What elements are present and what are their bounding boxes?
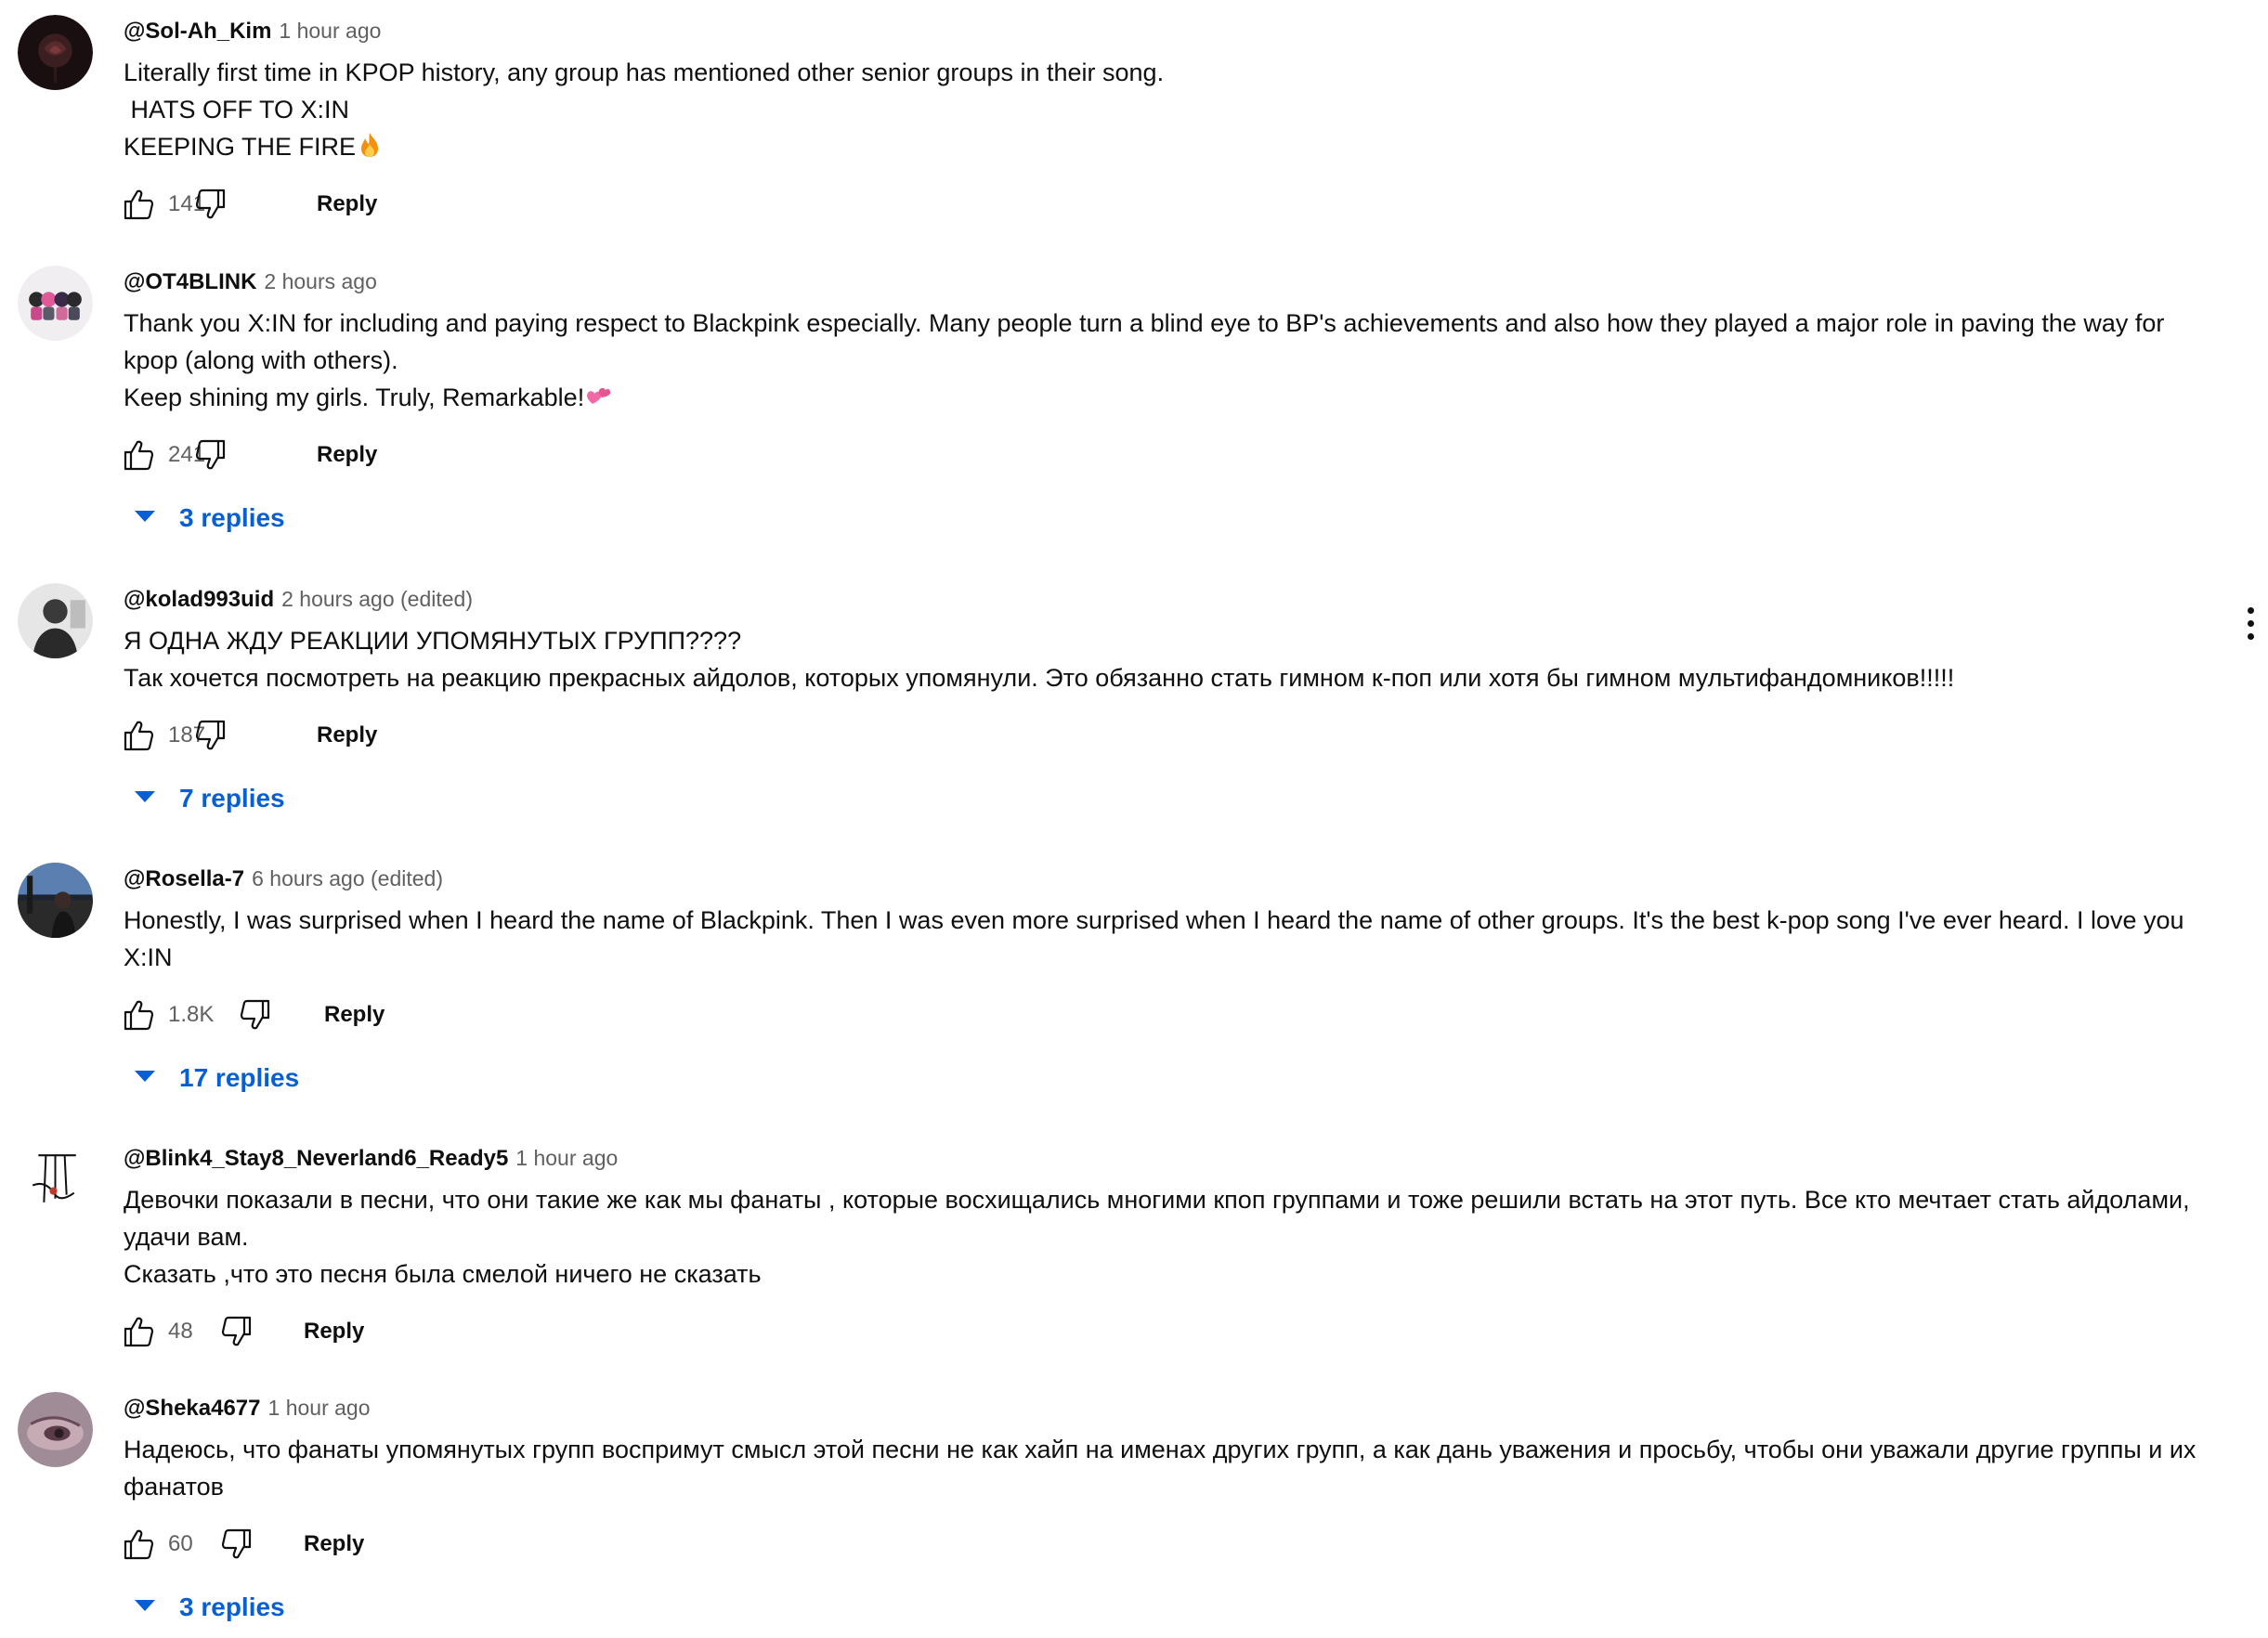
comment-author[interactable]: @kolad993uid bbox=[124, 587, 274, 612]
comment-text: Literally first time in KPOP history, an… bbox=[124, 54, 2204, 165]
comment-actions: 141 Reply bbox=[124, 186, 2204, 223]
comment-actions: 60 Reply bbox=[124, 1526, 2204, 1563]
like-count: 1.8K bbox=[168, 1002, 215, 1027]
like-button[interactable] bbox=[120, 1313, 157, 1350]
caret-down-icon bbox=[135, 511, 155, 522]
thumbs-up-icon bbox=[124, 1529, 154, 1560]
thumbs-up-icon bbox=[124, 1000, 154, 1031]
comment-text-content: Literally first time in KPOP history, an… bbox=[124, 58, 1165, 161]
comment-text: Надеюсь, что фанаты упомянутых групп вос… bbox=[124, 1431, 2204, 1505]
comment-text: Я ОДНА ЖДУ РЕАКЦИИ УПОМЯНУТЫХ ГРУПП???? … bbox=[124, 622, 2204, 696]
comment-actions: 241 Reply bbox=[124, 436, 2204, 474]
thumbs-up-icon bbox=[124, 1317, 154, 1347]
comment-actions: 187 Reply bbox=[124, 717, 2204, 754]
comment-header: @Rosella-7 6 hours ago (edited) bbox=[124, 863, 2204, 894]
dislike-button[interactable] bbox=[218, 1313, 255, 1350]
thumbs-down-icon bbox=[195, 188, 226, 219]
reply-button[interactable]: Reply bbox=[317, 717, 377, 754]
avatar[interactable] bbox=[18, 1392, 93, 1467]
avatar[interactable] bbox=[18, 15, 93, 90]
thumbs-down-icon bbox=[240, 999, 270, 1030]
reply-button[interactable]: Reply bbox=[304, 1313, 364, 1350]
reply-button[interactable]: Reply bbox=[317, 436, 377, 474]
comment-body: @kolad993uid 2 hours ago (edited) Я ОДНА … bbox=[124, 583, 2204, 754]
reply-button[interactable]: Reply bbox=[317, 186, 377, 223]
comment-text: Honestly, I was surprised when I heard t… bbox=[124, 902, 2204, 976]
comment-text-content: Надеюсь, что фанаты упомянутых групп вос… bbox=[124, 1436, 2203, 1501]
comment-body: @Rosella-7 6 hours ago (edited) Honestly,… bbox=[124, 863, 2204, 1034]
caret-down-icon bbox=[135, 1071, 155, 1082]
avatar[interactable] bbox=[18, 583, 93, 658]
replies-label: 17 replies bbox=[179, 1063, 300, 1092]
comment-body: @Sol-Ah_Kim 1 hour ago Literally first ti… bbox=[124, 15, 2204, 223]
caret-down-icon bbox=[135, 791, 155, 802]
reply-button[interactable]: Reply bbox=[304, 1526, 364, 1563]
like-button[interactable] bbox=[120, 1526, 157, 1563]
caret-down-icon bbox=[135, 1600, 155, 1611]
comment-author[interactable]: @OT4BLINK bbox=[124, 269, 256, 294]
comment-timestamp[interactable]: 1 hour ago bbox=[268, 1396, 371, 1420]
comment-author[interactable]: @Blink4_Stay8_Neverland6_Ready5 bbox=[124, 1146, 508, 1171]
thumbs-up-icon bbox=[124, 189, 154, 220]
more-vert-icon[interactable] bbox=[2240, 604, 2262, 644]
two-hearts-emoji bbox=[587, 387, 611, 404]
comment-header: @Sol-Ah_Kim 1 hour ago bbox=[124, 15, 2204, 46]
comment-text: Девочки показали в песни, что они такие … bbox=[124, 1181, 2204, 1293]
like-button[interactable] bbox=[120, 717, 157, 754]
thumbs-up-icon bbox=[124, 721, 154, 751]
avatar[interactable] bbox=[18, 863, 93, 938]
comment-timestamp[interactable]: 1 hour ago bbox=[515, 1146, 618, 1170]
thumbs-down-icon bbox=[221, 1316, 252, 1346]
comment-timestamp[interactable]: 6 hours ago (edited) bbox=[252, 866, 443, 890]
like-button[interactable] bbox=[120, 436, 157, 474]
avatar[interactable] bbox=[18, 266, 93, 341]
like-button[interactable] bbox=[120, 996, 157, 1034]
comment-header: @OT4BLINK 2 hours ago bbox=[124, 266, 2204, 297]
thumbs-up-icon bbox=[124, 440, 154, 471]
thumbs-down-icon bbox=[195, 439, 226, 470]
replies-label: 3 replies bbox=[179, 503, 285, 532]
comment-text: Thank you X:IN for including and paying … bbox=[124, 305, 2204, 416]
comment-timestamp[interactable]: 1 hour ago bbox=[279, 19, 381, 43]
comment-body: @Sheka4677 1 hour ago Надеюсь, что фанаты… bbox=[124, 1392, 2204, 1563]
comment-header: @Sheka4677 1 hour ago bbox=[124, 1392, 2204, 1424]
comment-text-content: Я ОДНА ЖДУ РЕАКЦИИ УПОМЯНУТЫХ ГРУПП???? … bbox=[124, 627, 1955, 692]
dislike-button[interactable] bbox=[218, 1526, 255, 1563]
comment-timestamp[interactable]: 2 hours ago bbox=[264, 269, 376, 293]
comment-header: @Blink4_Stay8_Neverland6_Ready5 1 hour ag… bbox=[124, 1142, 2204, 1174]
like-button[interactable] bbox=[120, 186, 157, 223]
comment-text-content: Девочки показали в песни, что они такие … bbox=[124, 1186, 2190, 1288]
comment-text-content: Honestly, I was surprised when I heard t… bbox=[124, 906, 2192, 971]
dislike-button[interactable] bbox=[237, 996, 274, 1034]
comment-text-content: Thank you X:IN for including and paying … bbox=[124, 309, 2165, 411]
fire-emoji bbox=[361, 133, 379, 157]
replies-label: 3 replies bbox=[179, 1592, 285, 1621]
comment-author[interactable]: @Sol-Ah_Kim bbox=[124, 19, 271, 44]
like-count: 60 bbox=[168, 1531, 193, 1556]
thumbs-down-icon bbox=[221, 1528, 252, 1559]
replies-label: 7 replies bbox=[179, 784, 285, 812]
comment-author[interactable]: @Sheka4677 bbox=[124, 1396, 261, 1421]
comment-header: @kolad993uid 2 hours ago (edited) bbox=[124, 583, 2204, 615]
dislike-button[interactable] bbox=[192, 186, 229, 223]
comment-author[interactable]: @Rosella-7 bbox=[124, 866, 244, 891]
comment-timestamp[interactable]: 2 hours ago (edited) bbox=[281, 587, 473, 611]
comment-body: @OT4BLINK 2 hours ago Thank you X:IN for … bbox=[124, 266, 2204, 474]
reply-button[interactable]: Reply bbox=[324, 996, 385, 1034]
dislike-button[interactable] bbox=[192, 717, 229, 754]
comment-actions: 1.8K Reply bbox=[124, 996, 2204, 1034]
avatar[interactable] bbox=[18, 1142, 93, 1217]
dislike-button[interactable] bbox=[192, 436, 229, 474]
like-count: 48 bbox=[168, 1319, 193, 1344]
comment-body: @Blink4_Stay8_Neverland6_Ready5 1 hour ag… bbox=[124, 1142, 2204, 1350]
thumbs-down-icon bbox=[195, 720, 226, 750]
comment-actions: 48 Reply bbox=[124, 1313, 2204, 1350]
